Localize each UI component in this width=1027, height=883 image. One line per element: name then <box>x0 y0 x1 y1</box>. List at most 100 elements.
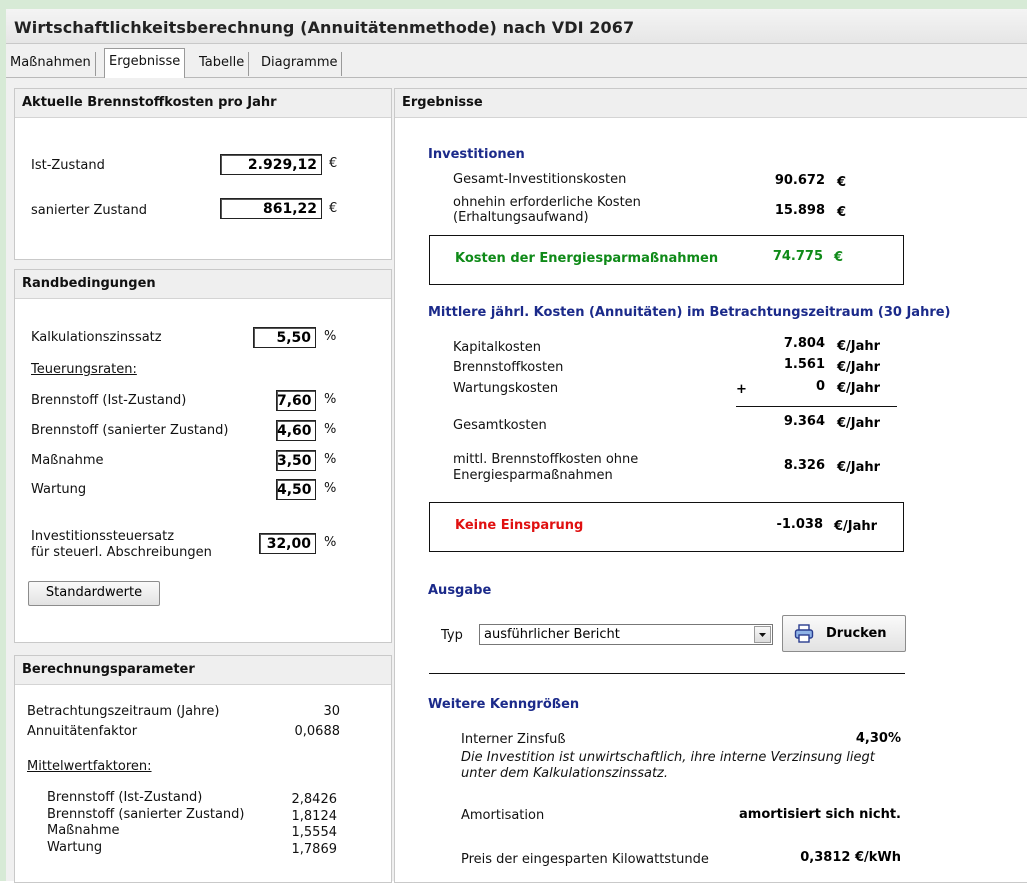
dropdown-button[interactable] <box>754 626 771 643</box>
saniert-field[interactable]: 861,22 <box>220 198 322 219</box>
gesamtkosten-value: 9.364 <box>783 414 825 429</box>
massnahme-field[interactable]: 3,50 <box>276 450 316 471</box>
wartungskosten-label: Wartungskosten <box>453 381 559 396</box>
berechnungsparameter-panel: Berechnungsparameter Betrachtungszeitrau… <box>14 655 392 883</box>
steuer-field[interactable]: 32,00 <box>259 533 316 554</box>
teuerung-label: Teuerungsraten: <box>31 362 137 377</box>
bs-san-field[interactable]: 4,60 <box>276 420 316 441</box>
massnahme-label: Maßnahme <box>31 453 104 468</box>
chevron-down-icon <box>759 633 766 637</box>
einsparung-box: Keine Einsparung -1.038 €/Jahr <box>429 502 904 552</box>
annu-label: Annuitätenfaktor <box>27 724 138 739</box>
param-row-label: Maßnahme <box>47 823 120 838</box>
param-row-value: 1,5554 <box>291 825 338 840</box>
ergebnisse-header: Ergebnisse <box>395 89 1027 118</box>
param-row-label: Brennstoff (sanierter Zustand) <box>47 807 245 822</box>
amort-value: amortisiert sich nicht. <box>739 807 901 822</box>
kosten-label: Kosten der Energiesparmaßnahmen <box>455 251 719 266</box>
kosten-box: Kosten der Energiesparmaßnahmen 74.775 € <box>429 235 904 285</box>
weitere-title: Weitere Kenngrößen <box>428 697 580 712</box>
percent-unit: % <box>324 481 337 496</box>
report-type-value: ausführlicher Bericht <box>484 627 620 642</box>
saniert-label: sanierter Zustand <box>31 203 147 218</box>
divider <box>429 673 905 674</box>
printer-icon <box>794 624 814 643</box>
wartungskosten-value: 0 <box>815 379 825 394</box>
euro-unit: € <box>837 175 847 190</box>
randbedingungen-panel: Randbedingungen Kalkulationszinssatz 5,5… <box>14 269 392 643</box>
preis-label: Preis der eingesparten Kilowattstunde <box>461 852 709 867</box>
percent-unit: % <box>324 422 337 437</box>
param-row-value: 1,8124 <box>291 809 338 824</box>
title-bar: Wirtschaftlichkeitsberechnung (Annuitäte… <box>6 9 1027 44</box>
percent-unit: % <box>324 392 337 407</box>
bs-san-label: Brennstoff (sanierter Zustand) <box>31 423 229 438</box>
amort-label: Amortisation <box>461 808 545 823</box>
zeitraum-label: Betrachtungszeitraum (Jahre) <box>27 704 220 719</box>
euro-unit: € <box>329 156 338 171</box>
ist-zustand-label: Ist-Zustand <box>31 158 105 173</box>
brennstoffkosten-panel: Aktuelle Brennstoffkosten pro Jahr Ist-Z… <box>14 88 392 260</box>
kapital-value: 7.804 <box>783 336 825 351</box>
brennstoffkosten-header: Aktuelle Brennstoffkosten pro Jahr <box>15 89 391 118</box>
per-year-unit: €/Jahr <box>837 460 881 475</box>
ohnehin-label-2: (Erhaltungsaufwand) <box>453 210 589 225</box>
randbedingungen-header: Randbedingungen <box>15 270 391 299</box>
steuer-label-1: Investitionssteuersatz <box>31 529 175 544</box>
param-row-label: Wartung <box>47 840 103 855</box>
preis-value: 0,3812 €/kWh <box>800 850 901 865</box>
zins-field[interactable]: 5,50 <box>253 327 316 348</box>
percent-unit: % <box>324 329 337 344</box>
tab-massnahmen[interactable]: Maßnahmen <box>6 52 96 76</box>
wartung-label: Wartung <box>31 482 87 497</box>
zinsfuss-label: Interner Zinsfuß <box>461 732 566 747</box>
standardwerte-button[interactable]: Standardwerte <box>28 581 160 606</box>
ausgabe-title: Ausgabe <box>428 583 492 598</box>
param-row-label: Brennstoff (Ist-Zustand) <box>47 790 203 805</box>
kapital-label: Kapitalkosten <box>453 340 541 355</box>
ohne-value: 8.326 <box>783 458 825 473</box>
ergebnisse-panel: Ergebnisse Investitionen Gesamt-Investit… <box>394 88 1027 883</box>
report-type-select[interactable]: ausführlicher Bericht <box>479 624 773 645</box>
sum-divider <box>736 406 897 407</box>
mittel-label: Mittelwertfaktoren: <box>27 759 152 774</box>
note-line-1: Die Investition ist unwirtschaftlich, ih… <box>461 750 875 765</box>
euro-unit: € <box>329 201 338 216</box>
drucken-button[interactable]: Drucken <box>782 615 906 652</box>
euro-unit: € <box>834 250 844 265</box>
kosten-value: 74.775 <box>772 249 823 264</box>
percent-unit: % <box>324 535 337 550</box>
ist-zustand-field[interactable]: 2.929,12 <box>220 154 322 175</box>
gesamt-inv-label: Gesamt-Investitionskosten <box>453 172 627 187</box>
note-line-2: unter dem Kalkulationszinssatz. <box>461 766 668 781</box>
gesamtkosten-label: Gesamtkosten <box>453 418 547 433</box>
tab-diagramme[interactable]: Diagramme <box>257 52 343 76</box>
mittl-title: Mittlere jährl. Kosten (Annuitäten) im B… <box>428 305 951 320</box>
berechnungsparameter-header: Berechnungsparameter <box>15 656 391 685</box>
bs-ist-field[interactable]: 7,60 <box>276 390 316 411</box>
investitionen-title: Investitionen <box>428 147 525 162</box>
per-year-unit: €/Jahr <box>837 381 881 396</box>
per-year-unit: €/Jahr <box>837 360 881 375</box>
percent-unit: % <box>324 452 337 467</box>
einsparung-value: -1.038 <box>776 517 823 532</box>
tab-tabelle[interactable]: Tabelle <box>195 52 250 76</box>
tab-ergebnisse[interactable]: Ergebnisse <box>104 48 186 79</box>
steuer-label-2: für steuerl. Abschreibungen <box>31 545 212 560</box>
param-row-value: 2,8426 <box>291 792 338 807</box>
per-year-unit: €/Jahr <box>834 519 878 534</box>
ohne-label-1: mittl. Brennstoffkosten ohne <box>453 452 639 467</box>
ohne-label-2: Energiesparmaßnahmen <box>453 468 613 483</box>
gesamt-inv-value: 90.672 <box>774 173 825 188</box>
wartung-field[interactable]: 4,50 <box>276 479 316 500</box>
per-year-unit: €/Jahr <box>837 416 881 431</box>
ohnehin-value: 15.898 <box>774 203 825 218</box>
brenn-value: 1.561 <box>783 357 825 372</box>
window-title: Wirtschaftlichkeitsberechnung (Annuitäte… <box>14 18 635 37</box>
bs-ist-label: Brennstoff (Ist-Zustand) <box>31 393 187 408</box>
zeitraum-value: 30 <box>323 704 340 719</box>
typ-label: Typ <box>441 628 463 643</box>
tab-strip: Maßnahmen Ergebnisse Tabelle Diagramme <box>6 44 1027 79</box>
zinsfuss-value: 4,30% <box>855 731 901 746</box>
euro-unit: € <box>837 205 847 220</box>
